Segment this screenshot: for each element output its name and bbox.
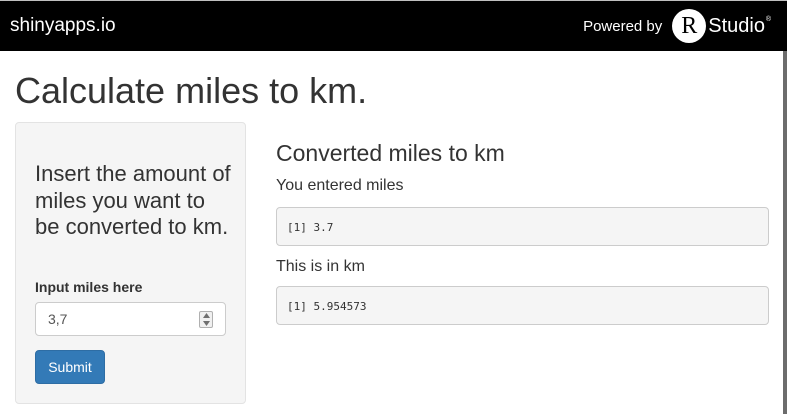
number-spinner[interactable] [199, 311, 213, 328]
main-heading: Converted miles to km [276, 140, 505, 166]
triangle-down-icon[interactable] [200, 320, 212, 327]
sidebar-heading: Insert the amount of miles you want to b… [35, 161, 231, 239]
rstudio-wordmark: Studio [708, 14, 765, 37]
km-result-label: This is in km [276, 258, 365, 275]
entered-miles-label: You entered miles [276, 177, 404, 194]
powered-by-label: Powered by [583, 17, 663, 35]
triangle-up-icon[interactable] [200, 312, 212, 319]
brand-name[interactable]: shinyapps.io [10, 15, 116, 37]
miles-input-label: Input miles here [35, 279, 143, 295]
rstudio-logo-icon: R [672, 9, 707, 43]
top-navbar: shinyapps.io Powered by R Studio ® [0, 0, 787, 51]
miles-numeric-input[interactable]: 3,7 [35, 302, 226, 336]
entered-miles-output: [1] 3.7 [276, 207, 769, 246]
submit-button[interactable]: Submit [35, 350, 105, 384]
registered-mark: ® [765, 15, 771, 23]
sidebar-panel: Insert the amount of miles you want to b… [15, 122, 246, 404]
page-title: Calculate miles to km. [15, 70, 368, 111]
miles-input-value[interactable]: 3,7 [48, 311, 67, 327]
powered-by-rstudio[interactable]: Powered by R Studio ® [583, 9, 771, 43]
rstudio-logo-text: Studio ® [708, 14, 771, 38]
window-frame-edge [783, 51, 787, 414]
km-result-output: [1] 5.954573 [276, 286, 769, 325]
